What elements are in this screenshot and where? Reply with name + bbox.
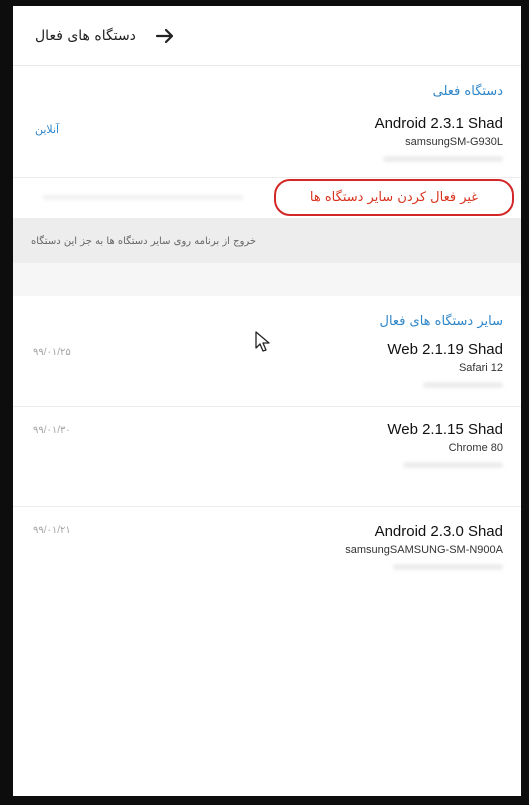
session-date: ۹۹/۰۱/۲۵ (33, 347, 71, 358)
blurred-ip (393, 564, 503, 570)
online-status: آنلاین (35, 123, 60, 136)
session-name: Web 2.1.15 Shad (387, 421, 503, 438)
mouse-cursor-icon (255, 331, 270, 352)
blurred-ip (403, 462, 503, 468)
session-date: ۹۹/۰۱/۲۱ (33, 525, 71, 536)
blurred-text (43, 195, 243, 200)
terminate-hint: خروج از برنامه روی سایر دستگاه ها به جز … (13, 219, 521, 263)
session-date: ۹۹/۰۱/۳۰ (33, 425, 71, 436)
other-devices-label: سایر دستگاه های فعال (379, 314, 503, 329)
current-device-card: دستگاه فعلی Android 2.3.1 Shad samsungSM… (13, 66, 521, 178)
current-device-label: دستگاه فعلی (432, 84, 503, 99)
terminate-row: غیر فعال کردن سایر دستگاه ها (13, 178, 521, 219)
arrow-right-icon[interactable] (154, 25, 176, 47)
other-devices-header: سایر دستگاه های فعال (13, 296, 521, 329)
section-divider (13, 263, 521, 296)
app-bar: دستگاه های فعال (13, 6, 521, 66)
current-device-name: Android 2.3.1 Shad (374, 115, 503, 132)
session-detail: Chrome 80 (448, 442, 503, 454)
session-detail: samsungSAMSUNG-SM-N900A (345, 544, 503, 556)
terminate-other-sessions-button[interactable]: غیر فعال کردن سایر دستگاه ها (274, 179, 514, 216)
session-item[interactable]: Web 2.1.15 Shad Chrome 80 ۹۹/۰۱/۳۰ (13, 407, 521, 507)
session-item[interactable]: Android 2.3.0 Shad samsungSAMSUNG-SM-N90… (13, 507, 521, 589)
terminate-label: غیر فعال کردن سایر دستگاه ها (309, 190, 479, 205)
current-device-model: samsungSM-G930L (405, 136, 503, 148)
session-name: Android 2.3.0 Shad (374, 523, 503, 540)
active-sessions-screen: دستگاه های فعال دستگاه فعلی Android 2.3.… (13, 6, 521, 796)
blurred-ip (423, 382, 503, 388)
session-detail: Safari 12 (458, 362, 503, 374)
page-title: دستگاه های فعال (35, 27, 136, 44)
blurred-ip (383, 156, 503, 162)
terminate-hint-text: خروج از برنامه روی سایر دستگاه ها به جز … (31, 235, 257, 247)
